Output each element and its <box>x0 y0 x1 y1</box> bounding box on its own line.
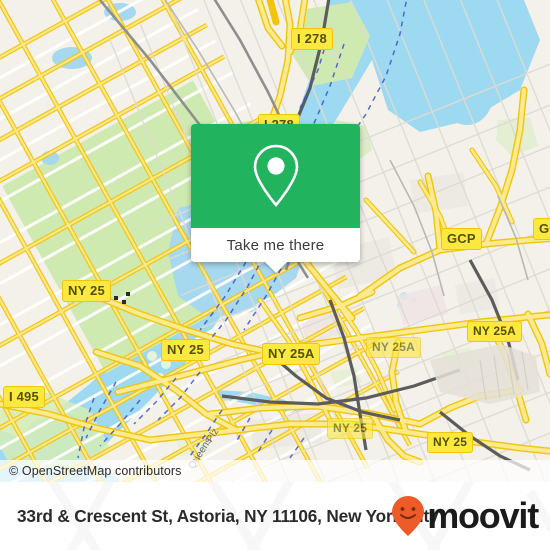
road-shield: I 278 <box>291 28 333 50</box>
footer-bar: 33rd & Crescent St, Astoria, NY 11106, N… <box>0 482 550 550</box>
road-shield: NY 25 <box>62 280 111 302</box>
address-label: 33rd & Crescent St, Astoria, NY 11106, N… <box>17 505 439 526</box>
take-me-there-label: Take me there <box>226 236 325 254</box>
take-me-there-button[interactable]: Take me there <box>191 228 360 262</box>
moovit-smiling-pin-icon <box>392 496 425 536</box>
road-shield: NY 25A <box>262 343 321 365</box>
map-pin-icon <box>253 144 298 207</box>
road-shield: NY 25 <box>427 432 474 453</box>
location-popup-card[interactable]: Take me there <box>191 124 360 273</box>
road-shield: NY 25 <box>161 339 210 361</box>
map-screenshot: I 278I 278NY 25NY 25I 495GCPGCPNY 25ANY … <box>0 0 550 550</box>
road-shield: GCP <box>533 218 550 240</box>
road-shield: NY 25 <box>327 418 374 439</box>
road-shield: NY 25A <box>366 337 422 358</box>
road-shield: NY 25A <box>467 321 523 342</box>
map-attribution[interactable]: © OpenStreetMap contributors <box>0 460 550 482</box>
popup-card-header <box>191 124 360 228</box>
moovit-wordmark: moovit <box>427 495 539 536</box>
moovit-brand[interactable]: moovit <box>391 482 539 550</box>
popup-card-pointer <box>263 261 288 273</box>
road-shield: GCP <box>441 228 482 250</box>
road-shield: I 495 <box>3 386 45 408</box>
